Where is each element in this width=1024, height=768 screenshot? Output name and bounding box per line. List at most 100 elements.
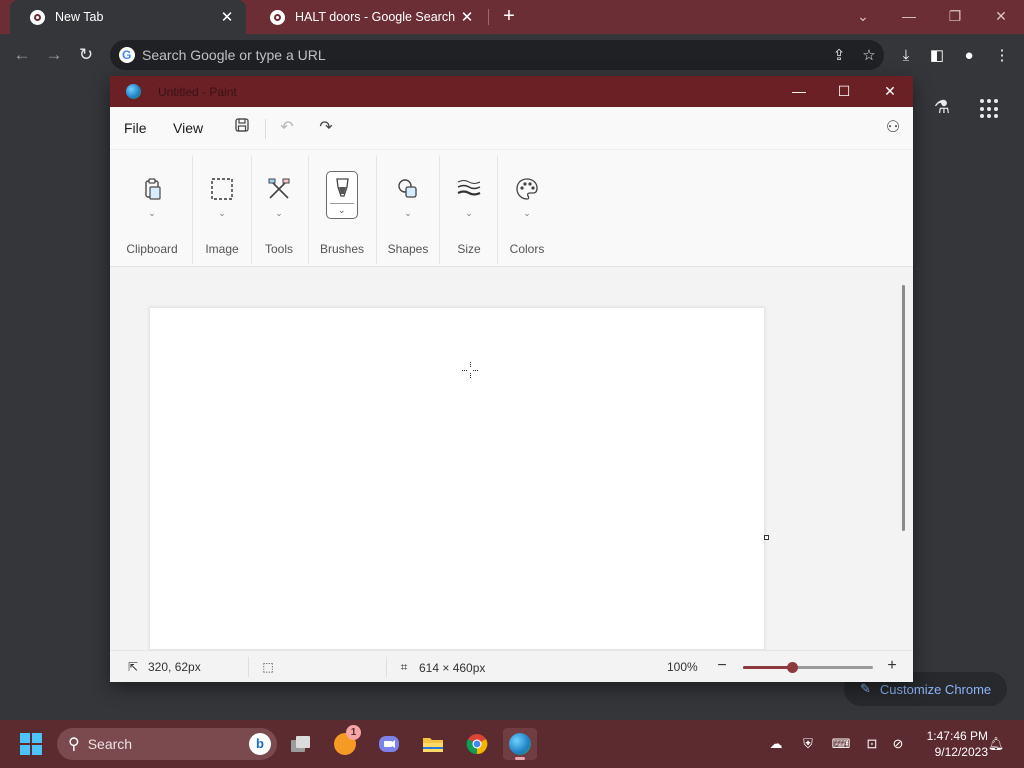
tab-halt-doors-search[interactable]: HALT doors - Google Search ✕ [250, 0, 486, 34]
zoom-slider[interactable] [743, 662, 873, 673]
close-icon[interactable]: ✕ [218, 8, 236, 26]
redo-icon[interactable]: ↷ [315, 117, 337, 139]
restore-button[interactable]: ❐ [940, 5, 970, 27]
volume-muted-icon[interactable]: ⊘ [888, 735, 908, 753]
shapes-icon [398, 179, 417, 198]
shapes-group[interactable]: ⌄ Shapes [380, 150, 436, 268]
menu-divider [265, 119, 266, 139]
drawing-canvas[interactable] [149, 307, 765, 650]
canvas-size-icon: ⌗ [400, 660, 408, 674]
tools-group[interactable]: ⌄ Tools [252, 150, 306, 268]
status-divider [386, 657, 387, 677]
widgets-app[interactable]: 1 [328, 725, 362, 760]
share-icon[interactable]: ⇪ [824, 46, 854, 64]
keyboard-icon[interactable]: ⌨ [831, 735, 851, 753]
tab-title: New Tab [55, 10, 104, 24]
paint-minimize-button[interactable]: — [784, 80, 814, 102]
reload-button[interactable]: ↻ [75, 44, 97, 66]
image-group[interactable]: ⌄ Image [195, 150, 249, 268]
onedrive-icon[interactable]: ☁ [766, 735, 786, 753]
canvas-size-readout: ⌗ 614 × 460px [397, 660, 486, 675]
brush-button[interactable]: ⌄ [326, 171, 358, 219]
size-group[interactable]: ⌄ Size [443, 150, 495, 268]
folder-icon [423, 738, 443, 752]
active-app-indicator [515, 757, 525, 760]
taskbar-clock[interactable]: 1:47:46 PM 9/12/2023 [914, 728, 988, 760]
google-icon [119, 47, 135, 63]
chevron-down-icon: ⌄ [523, 208, 531, 218]
colors-group[interactable]: ⌄ Colors [500, 150, 554, 268]
new-tab-button[interactable]: + [498, 5, 520, 27]
close-icon[interactable]: ✕ [458, 8, 476, 26]
chevron-down-icon: ⌄ [218, 208, 226, 218]
notification-badge: 1 [346, 725, 361, 740]
zoom-in-button[interactable]: + [884, 657, 900, 675]
tab-divider [488, 9, 489, 25]
file-menu[interactable]: File [124, 120, 147, 136]
chevron-down-icon: ⌄ [275, 208, 283, 218]
minimize-button[interactable]: — [894, 5, 924, 27]
clipboard-group[interactable]: ⌄ Clipboard [121, 150, 183, 268]
canvas-resize-handle[interactable] [764, 535, 769, 540]
ribbon-divider [439, 156, 440, 264]
select-icon [211, 178, 233, 200]
back-button[interactable]: ← [11, 44, 33, 66]
chat-icon [379, 736, 399, 752]
start-button[interactable] [20, 733, 42, 755]
paint-window-title: Untitled - Paint [158, 85, 237, 99]
side-panel-icon[interactable]: ◧ [926, 45, 948, 67]
task-view-button[interactable] [284, 728, 318, 760]
paint-app-icon [509, 733, 531, 755]
clock-date: 9/12/2023 [934, 745, 988, 759]
account-icon[interactable]: ⚇ [882, 117, 904, 139]
chevron-down-icon: ⌄ [465, 208, 473, 218]
google-icon [270, 9, 285, 25]
paint-menu-bar: File View ↶ ↷ ⚇ [110, 107, 913, 149]
tab-new-tab[interactable]: New Tab ✕ [10, 0, 246, 34]
cursor-position-readout: ⇱ 320, 62px [126, 660, 201, 674]
security-alert-icon[interactable]: ⛨ [798, 735, 818, 753]
pointer-icon: ⇱ [127, 660, 139, 674]
zoom-out-button[interactable]: − [714, 657, 730, 675]
paint-app[interactable] [503, 728, 537, 760]
shapes-label: Shapes [387, 242, 429, 256]
profile-icon[interactable]: ● [958, 45, 980, 67]
omnibox[interactable]: Search Google or type a URL ⇪ ☆ [110, 40, 884, 70]
zoom-slider-fill [743, 666, 793, 669]
paint-close-button[interactable]: ✕ [875, 80, 905, 102]
size-label: Size [457, 242, 481, 256]
paint-maximize-button[interactable]: ☐ [829, 80, 859, 102]
paint-app-icon [126, 84, 141, 99]
chevron-down-icon: ⌄ [148, 208, 156, 218]
undo-icon[interactable]: ↶ [276, 117, 298, 139]
ribbon-divider [192, 156, 193, 264]
view-menu[interactable]: View [173, 120, 203, 136]
notification-bell-icon[interactable]: 🔔︎ [986, 735, 1006, 753]
windows-taskbar: ⚲ Search b 1 ☁ ⛨ ⌨ ⊡ ⊘ 1:47:46 PM 9/12/2… [0, 720, 1024, 768]
forward-button[interactable]: → [43, 44, 65, 66]
network-icon[interactable]: ⊡ [862, 735, 882, 753]
brush-divider [330, 203, 354, 204]
close-window-button[interactable]: ✕ [986, 5, 1016, 27]
task-view-icon [291, 736, 310, 752]
search-icon: ⚲ [68, 736, 80, 753]
bookmark-star-icon[interactable]: ☆ [854, 46, 884, 64]
clipboard-icon [145, 178, 161, 200]
save-icon[interactable] [231, 117, 253, 139]
file-explorer-app[interactable] [416, 728, 450, 760]
google-apps-icon[interactable] [980, 99, 1000, 119]
download-icon[interactable]: ⤓ [895, 45, 917, 67]
bing-icon[interactable]: b [249, 733, 271, 755]
chrome-labs-icon[interactable]: ⚗ [930, 97, 954, 121]
vertical-scrollbar[interactable] [902, 285, 905, 531]
more-menu-icon[interactable]: ⋮ [991, 45, 1013, 67]
chrome-app[interactable] [460, 728, 494, 760]
brushes-group[interactable]: ⌄ Brushes [312, 150, 372, 268]
zoom-slider-thumb[interactable] [787, 662, 799, 673]
taskbar-search[interactable]: ⚲ Search b [57, 728, 277, 760]
paint-ribbon: ⌄ Clipboard ⌄ Image ⌄ Tools ⌄ Brushes ⌄ … [110, 149, 913, 267]
ribbon-divider [308, 156, 309, 264]
teams-chat-app[interactable] [372, 728, 406, 760]
tab-search-chevron-icon[interactable]: ⌄ [848, 5, 878, 27]
tools-label: Tools [264, 242, 293, 256]
